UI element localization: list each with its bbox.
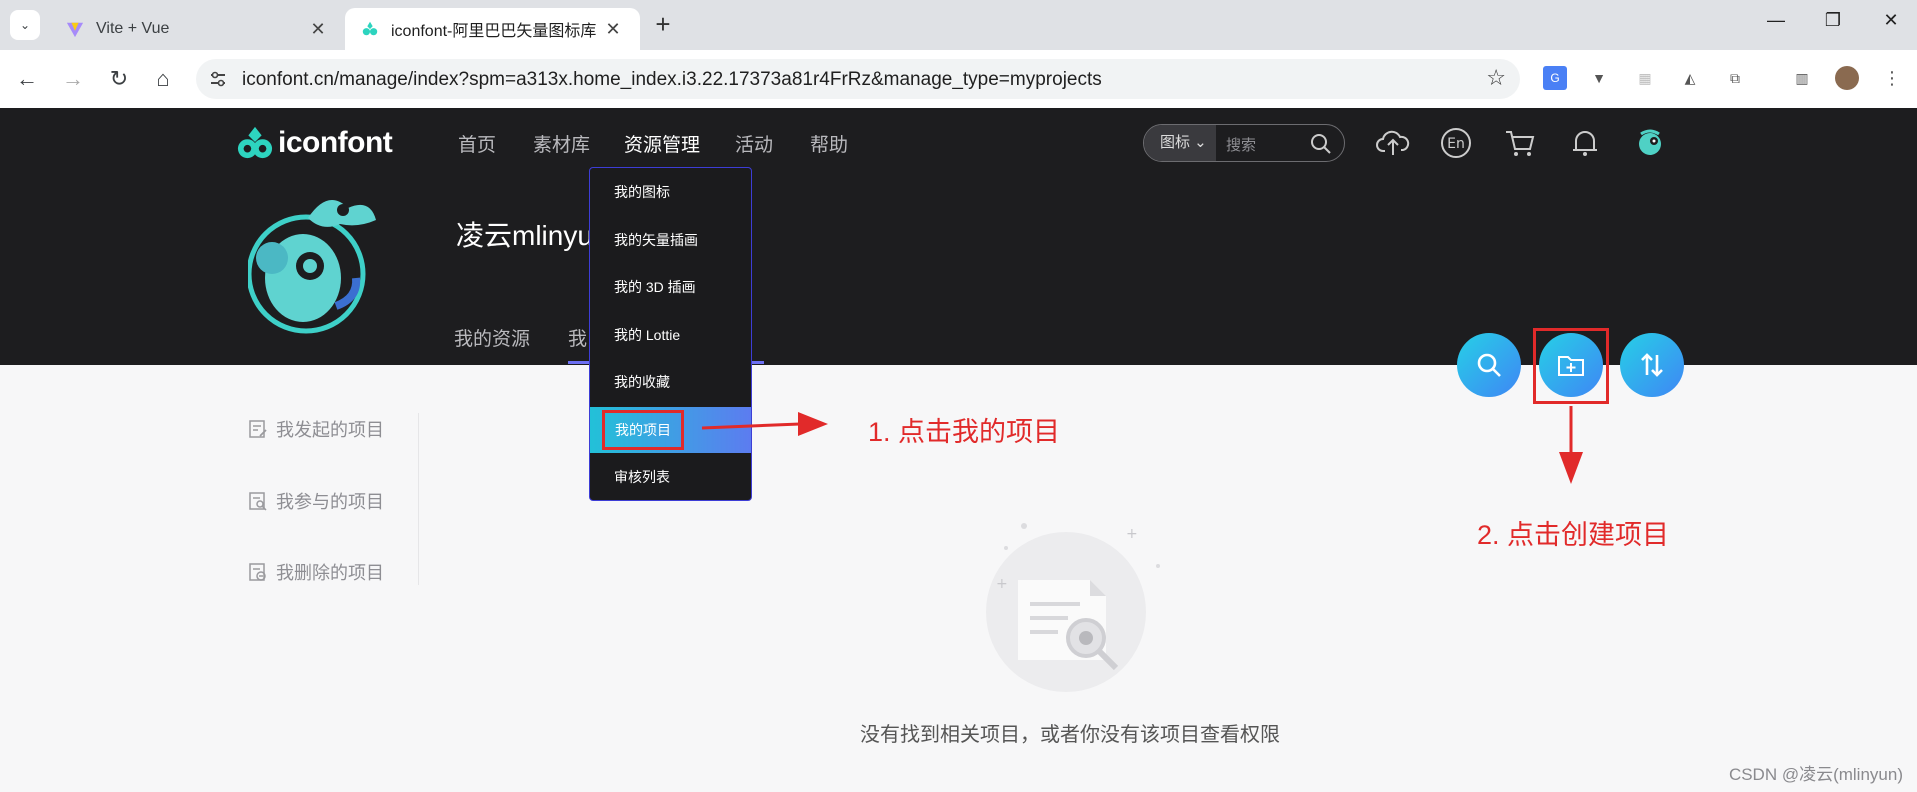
search-type-select[interactable]: 图标 ⌄ [1144, 125, 1216, 161]
home-icon[interactable]: ⌂ [148, 64, 178, 94]
tab-title: Vite + Vue [96, 20, 170, 37]
profile-avatar-illustration [248, 200, 376, 334]
grid-extension-icon[interactable]: ▦ [1633, 66, 1657, 90]
vue-devtools-extension-icon[interactable]: ▼ [1587, 66, 1611, 90]
svg-text:+: + [996, 576, 1008, 592]
dropdown-item-label: 我的项目 [602, 410, 684, 450]
sidebar-item-label: 我发起的项目 [276, 420, 384, 440]
sort-projects-button[interactable] [1620, 333, 1684, 397]
nav-help[interactable]: 帮助 [810, 130, 848, 157]
url-text[interactable]: iconfont.cn/manage/index?spm=a313x.home_… [242, 69, 1102, 91]
shopping-cart-icon[interactable] [1503, 126, 1537, 160]
language-en-icon[interactable]: En [1439, 126, 1473, 160]
site-settings-icon[interactable] [208, 69, 228, 89]
extensions-puzzle-icon[interactable]: ⧉ [1723, 66, 1747, 90]
close-window-icon[interactable]: ✕ [1876, 10, 1906, 31]
profile-tab-my-projects[interactable]: 我 [568, 324, 587, 351]
sidebar-item-my-initiated-projects[interactable]: 我发起的项目 [248, 416, 384, 442]
profile-username: 凌云mlinyu [456, 220, 593, 251]
annotation-step-1: 1. 点击我的项目 [868, 417, 1061, 447]
arrow-to-step1-head [798, 412, 828, 436]
svg-text:+: + [1126, 526, 1138, 542]
dropdown-item-my-lottie[interactable]: 我的 Lottie [590, 312, 751, 358]
logo-text: iconfont [278, 126, 393, 159]
dropdown-item-my-vector-illustrations[interactable]: 我的矢量插画 [590, 217, 751, 263]
nav-materials[interactable]: 素材库 [533, 130, 590, 157]
search-icon[interactable] [1310, 133, 1332, 155]
create-project-highlight-box [1533, 328, 1609, 404]
nav-activity[interactable]: 活动 [735, 130, 773, 157]
side-panel-icon[interactable]: ▥ [1790, 66, 1814, 90]
sidebar-item-label: 我删除的项目 [276, 563, 384, 583]
resource-manage-dropdown: 我的图标 我的矢量插画 我的 3D 插画 我的 Lottie 我的收藏 我的项目… [589, 167, 752, 501]
dropdown-item-my-favorites[interactable]: 我的收藏 [590, 359, 751, 405]
translate-extension-icon[interactable]: G [1543, 66, 1567, 90]
iconfont-logo[interactable]: iconfont [236, 125, 393, 161]
svg-text:En: En [1447, 136, 1465, 152]
empty-state-illustration: + + [986, 523, 1160, 692]
search-projects-button[interactable] [1457, 333, 1521, 397]
dropdown-item-my-icons[interactable]: 我的图标 [590, 169, 751, 215]
new-tab-plus-icon[interactable]: + [650, 11, 676, 38]
browser-tab-vite[interactable]: Vite + Vue ✕ [50, 8, 345, 50]
extension-a-icon[interactable]: ◭ [1678, 66, 1702, 90]
dropdown-item-my-projects[interactable]: 我的项目 [590, 407, 751, 453]
bookmark-star-icon[interactable]: ☆ [1486, 65, 1506, 91]
sidebar-item-my-participated-projects[interactable]: 我参与的项目 [248, 488, 384, 514]
restore-window-icon[interactable]: ❐ [1818, 10, 1848, 31]
back-arrow-icon[interactable]: ← [12, 64, 42, 94]
search-input[interactable]: 搜索 [1226, 134, 1256, 155]
iconfont-logo-icon [237, 126, 273, 159]
browser-tab-iconfont[interactable]: iconfont-阿里巴巴矢量图标库 ✕ [345, 8, 640, 50]
edit-document-icon [249, 420, 267, 438]
site-search[interactable]: 图标 ⌄ 搜索 [1143, 124, 1345, 162]
upload-cloud-icon[interactable] [1376, 126, 1410, 160]
notification-bell-icon[interactable] [1568, 126, 1602, 160]
empty-state-message: 没有找到相关项目，或者你没有该项目查看权限 [860, 724, 1280, 746]
csdn-watermark: CSDN @凌云(mlinyun) [1728, 765, 1903, 784]
annotation-step-2: 2. 点击创建项目 [1477, 520, 1670, 550]
more-menu-icon[interactable]: ⋮ [1880, 66, 1904, 90]
tab-title: iconfont-阿里巴巴矢量图标库 [391, 23, 597, 40]
browser-tabbar: ⌄ Vite + Vue ✕ iconfont-阿里巴巴矢量图标库 ✕ + — … [0, 0, 1917, 50]
sidebar-item-my-deleted-projects[interactable]: 我删除的项目 [248, 559, 384, 585]
dropdown-item-review-list[interactable]: 审核列表 [590, 454, 751, 500]
profile-tab-my-resources[interactable]: 我的资源 [454, 324, 530, 351]
search-document-icon [249, 492, 267, 511]
sidebar-divider [418, 413, 419, 585]
tab-close-icon[interactable]: ✕ [307, 19, 329, 40]
trash-document-icon [249, 563, 266, 581]
nav-resource-manage[interactable]: 资源管理 [624, 130, 700, 157]
address-bar: ← → ↻ ⌂ iconfont.cn/manage/index?spm=a31… [0, 50, 1917, 108]
tab-close-icon[interactable]: ✕ [602, 19, 624, 40]
user-avatar-icon[interactable] [1633, 126, 1667, 160]
arrow-to-step2-head [1559, 452, 1583, 484]
sidebar-item-label: 我参与的项目 [276, 492, 384, 512]
profile-avatar[interactable] [1835, 66, 1859, 90]
search-icon [1477, 353, 1501, 377]
dropdown-item-my-3d-illustrations[interactable]: 我的 3D 插画 [590, 264, 751, 310]
minimize-window-icon[interactable]: — [1761, 10, 1791, 31]
url-omnibox[interactable]: iconfont.cn/manage/index?spm=a313x.home_… [196, 59, 1520, 99]
iconfont-favicon-icon [362, 21, 378, 36]
forward-arrow-icon[interactable]: → [58, 64, 88, 94]
sort-arrows-icon [1641, 353, 1663, 377]
reload-icon[interactable]: ↻ [104, 64, 134, 94]
tab-list-chevron-icon[interactable]: ⌄ [10, 10, 40, 40]
nav-home[interactable]: 首页 [458, 130, 496, 157]
vite-favicon-icon [66, 22, 84, 38]
